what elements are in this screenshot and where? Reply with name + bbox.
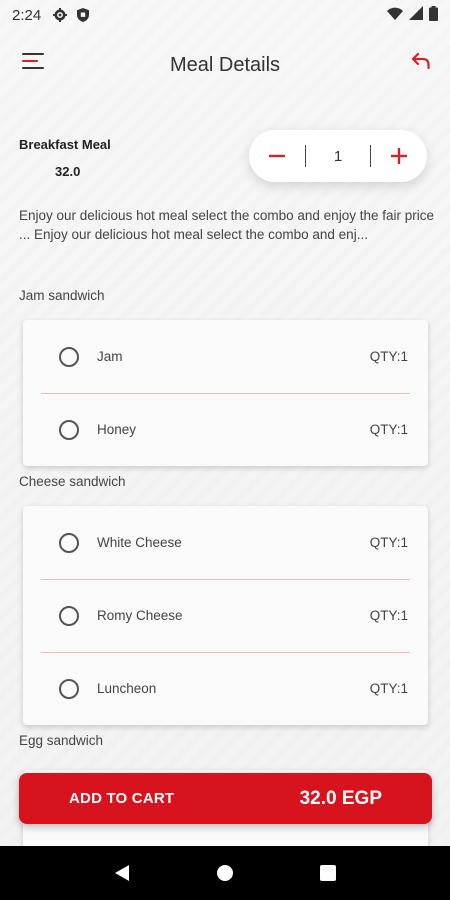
radio-button[interactable] bbox=[59, 605, 79, 626]
page-title: Meal Details bbox=[169, 54, 281, 76]
status-bar: 2:24 bbox=[0, 0, 450, 30]
quantity-value: 1 bbox=[333, 147, 343, 165]
group-title-cheese-sandwich: Cheese sandwich bbox=[19, 474, 126, 489]
option-qty: QTY:1 bbox=[369, 349, 408, 364]
back-arrow-icon[interactable] bbox=[410, 50, 432, 72]
option-qty: QTY:1 bbox=[369, 681, 408, 696]
radio-button[interactable] bbox=[59, 346, 79, 367]
battery-icon bbox=[429, 5, 438, 25]
option-qty: QTY:1 bbox=[369, 422, 408, 437]
group-title-egg-sandwich: Egg sandwich bbox=[19, 733, 104, 748]
wifi-icon bbox=[387, 7, 403, 24]
nav-home-icon[interactable] bbox=[205, 853, 245, 893]
add-to-cart-label: ADD TO CART bbox=[69, 790, 175, 807]
signal-icon bbox=[409, 6, 423, 24]
plus-icon bbox=[391, 148, 407, 164]
cart-total: 32.0 EGP bbox=[299, 787, 382, 809]
option-qty: QTY:1 bbox=[369, 608, 408, 623]
gear-icon bbox=[53, 8, 68, 22]
radio-button[interactable] bbox=[59, 532, 79, 553]
increase-button[interactable] bbox=[371, 130, 427, 182]
meal-info: Breakfast Meal 32.0 bbox=[19, 137, 111, 179]
option-label: White Cheese bbox=[97, 535, 182, 550]
option-romy-cheese[interactable]: Romy Cheese QTY:1 bbox=[23, 579, 428, 652]
meal-description: Enjoy our delicious hot meal select the … bbox=[19, 208, 434, 242]
option-jam[interactable]: Jam QTY:1 bbox=[23, 320, 428, 393]
option-honey[interactable]: Honey QTY:1 bbox=[23, 393, 428, 466]
system-nav-bar bbox=[0, 846, 450, 900]
option-label: Honey bbox=[97, 422, 137, 437]
app-header: Meal Details bbox=[0, 40, 450, 92]
decrease-button[interactable] bbox=[249, 130, 305, 182]
option-label: Romy Cheese bbox=[97, 608, 183, 623]
option-label: Luncheon bbox=[97, 681, 157, 696]
minus-icon bbox=[269, 154, 285, 158]
radio-button[interactable] bbox=[59, 419, 79, 440]
group-title-jam-sandwich: Jam sandwich bbox=[19, 288, 105, 303]
option-white-cheese[interactable]: White Cheese QTY:1 bbox=[23, 506, 428, 579]
meal-price: 32.0 bbox=[55, 164, 81, 179]
nav-recents-icon[interactable] bbox=[308, 853, 348, 893]
nav-back-icon[interactable] bbox=[102, 853, 142, 893]
radio-button[interactable] bbox=[59, 678, 79, 699]
shield-icon bbox=[77, 8, 90, 22]
add-to-cart-button[interactable]: ADD TO CART 32.0 EGP bbox=[19, 773, 432, 824]
status-time: 2:24 bbox=[12, 6, 42, 24]
options-card-cheese: White Cheese QTY:1 Romy Cheese QTY:1 Lun… bbox=[23, 506, 428, 725]
options-card-jam: Jam QTY:1 Honey QTY:1 bbox=[23, 320, 428, 466]
quantity-stepper: 1 bbox=[249, 130, 427, 182]
option-luncheon[interactable]: Luncheon QTY:1 bbox=[23, 652, 428, 725]
meal-name: Breakfast Meal bbox=[19, 137, 111, 152]
option-label: Jam bbox=[97, 349, 123, 364]
option-qty: QTY:1 bbox=[369, 535, 408, 550]
